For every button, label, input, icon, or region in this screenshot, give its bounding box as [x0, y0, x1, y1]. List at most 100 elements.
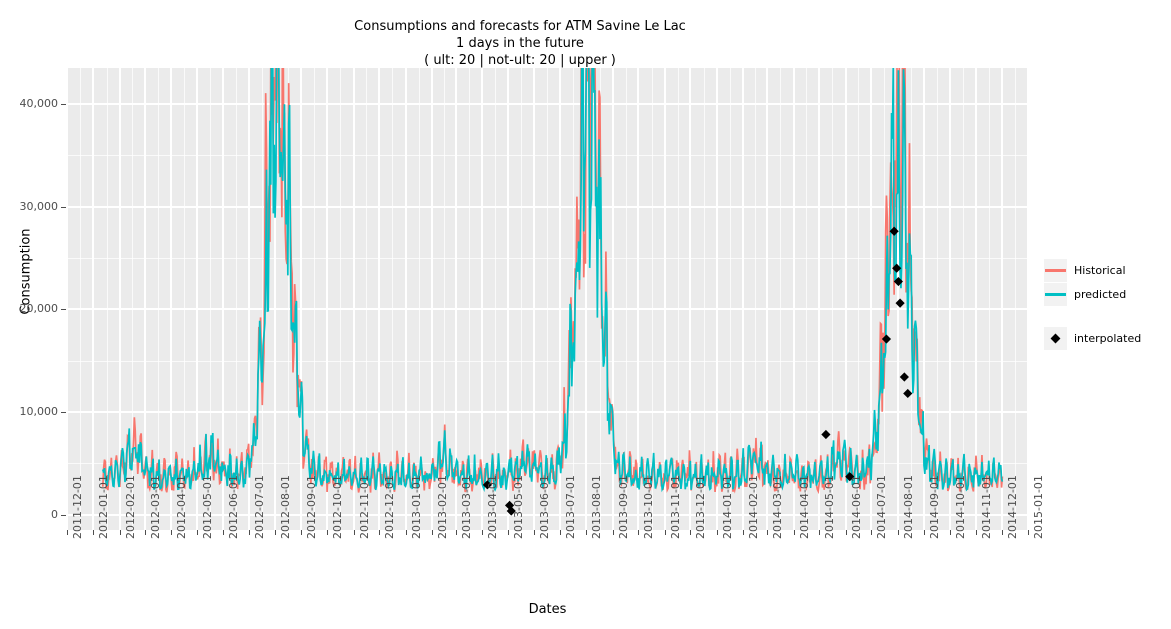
x-tick-mark — [223, 530, 225, 535]
x-tick-label: 2014-02-01 — [747, 475, 761, 539]
x-tick-label: 2012-10-01 — [331, 475, 345, 539]
y-tick-label: 30,000 — [19, 199, 59, 213]
legend-key — [1044, 282, 1067, 306]
legend-key — [1044, 258, 1067, 282]
x-tick-mark — [664, 530, 666, 535]
x-tick-label: 2012-07-01 — [252, 475, 266, 539]
x-tick-label: 2014-10-01 — [953, 475, 967, 539]
x-tick-mark — [144, 530, 146, 535]
legend-group-series: Historical predicted — [1044, 258, 1171, 306]
series-path — [101, 68, 1004, 495]
y-tick-label: 0 — [51, 507, 58, 521]
x-tick-mark — [690, 530, 692, 535]
chart-title-block: Consumptions and forecasts for ATM Savin… — [0, 18, 1040, 69]
x-tick-mark — [93, 530, 95, 535]
x-tick-mark — [379, 530, 381, 535]
legend-item[interactable]: interpolated — [1044, 326, 1171, 350]
x-tick-label: 2014-03-01 — [771, 475, 785, 539]
y-tick-label: 40,000 — [19, 96, 59, 110]
x-tick-mark — [897, 530, 899, 535]
x-tick-label: 2014-09-01 — [927, 475, 941, 539]
x-axis-title: Dates — [528, 602, 567, 617]
interpolated-point — [895, 298, 905, 308]
legend-item[interactable]: predicted — [1044, 282, 1171, 306]
series-predicted — [101, 68, 1004, 493]
legend-label: predicted — [1074, 287, 1127, 301]
x-tick-mark — [196, 530, 198, 535]
x-tick-label: 2013-01-01 — [409, 475, 423, 539]
series-layer — [101, 68, 1004, 516]
x-tick-mark — [405, 530, 407, 535]
x-tick-label: 2014-01-01 — [720, 475, 734, 539]
x-tick-mark — [612, 530, 614, 535]
x-tick-mark — [923, 530, 925, 535]
x-tick-label: 2012-12-01 — [383, 475, 397, 539]
x-tick-label: 2012-11-01 — [357, 475, 371, 539]
chart-title: Consumptions and forecasts for ATM Savin… — [354, 19, 686, 34]
x-tick-mark — [559, 530, 561, 535]
x-tick-mark — [507, 530, 509, 535]
chart-root: Consumptions and forecasts for ATM Savin… — [0, 0, 1171, 629]
x-tick-label: 2012-04-01 — [175, 475, 189, 539]
x-tick-label: 2011-12-01 — [71, 475, 84, 539]
x-tick-label: 2013-03-01 — [459, 475, 473, 539]
interpolated-point — [821, 429, 831, 440]
plot-panel — [67, 68, 1028, 530]
x-tick-label: 2014-12-01 — [1005, 475, 1019, 539]
x-tick-label: 2013-11-01 — [668, 475, 682, 539]
legend-diamond-icon — [1050, 333, 1061, 343]
y-tick-mark — [61, 103, 66, 105]
x-tick-label: 2013-08-01 — [590, 475, 604, 539]
y-tick-mark — [61, 206, 66, 208]
legend-label: interpolated — [1074, 331, 1142, 345]
x-tick-mark — [275, 530, 277, 535]
legend-label: Historical — [1074, 263, 1126, 277]
x-tick-label: 2012-01-01 — [97, 475, 111, 539]
series-path — [101, 68, 1004, 493]
x-tick-label: 2014-06-01 — [849, 475, 863, 539]
x-tick-label: 2012-09-01 — [305, 475, 319, 539]
x-tick-mark — [534, 530, 536, 535]
x-tick-mark — [1028, 530, 1029, 535]
x-tick-label: 2015-01-01 — [1032, 475, 1045, 539]
x-tick-mark — [301, 530, 303, 535]
legend-group-points: interpolated — [1044, 326, 1171, 350]
x-tick-label: 2014-05-01 — [823, 475, 837, 539]
x-tick-mark — [871, 530, 873, 535]
legend-item[interactable]: Historical — [1044, 258, 1171, 282]
x-tick-label: 2012-05-01 — [200, 475, 214, 539]
y-tick-label: 10,000 — [19, 404, 59, 418]
x-tick-mark — [767, 530, 769, 535]
x-tick-mark — [949, 530, 951, 535]
x-tick-mark — [743, 530, 745, 535]
x-tick-label: 2013-04-01 — [486, 475, 500, 539]
x-tick-mark — [67, 530, 68, 535]
x-tick-mark — [327, 530, 329, 535]
interpolated-point — [903, 388, 913, 399]
chart-subtitle: 1 days in the future — [456, 36, 584, 51]
legend-key — [1044, 326, 1067, 350]
x-tick-mark — [119, 530, 121, 535]
legend-line-swatch — [1045, 292, 1066, 296]
x-tick-mark — [482, 530, 484, 535]
chart-subtitle-params: ( ult: 20 | not-ult: 20 | upper ) — [424, 53, 616, 68]
y-tick-mark — [61, 411, 66, 413]
x-tick-label: 2014-11-01 — [979, 475, 993, 539]
x-tick-mark — [975, 530, 977, 535]
x-tick-mark — [455, 530, 457, 535]
x-tick-label: 2013-07-01 — [563, 475, 577, 539]
x-tick-label: 2012-08-01 — [279, 475, 293, 539]
series-historical — [101, 68, 1004, 495]
x-tick-label: 2013-10-01 — [642, 475, 656, 539]
x-tick-label: 2013-05-01 — [511, 475, 525, 539]
x-tick-label: 2014-08-01 — [901, 475, 915, 539]
x-tick-mark — [845, 530, 847, 535]
x-tick-mark — [1001, 530, 1003, 535]
x-tick-label: 2013-02-01 — [435, 475, 449, 539]
x-tick-mark — [793, 530, 795, 535]
x-tick-label: 2013-09-01 — [616, 475, 630, 539]
interpolated-point — [899, 372, 909, 382]
x-tick-label: 2013-06-01 — [538, 475, 552, 539]
x-tick-mark — [171, 530, 173, 535]
x-tick-mark — [716, 530, 718, 535]
